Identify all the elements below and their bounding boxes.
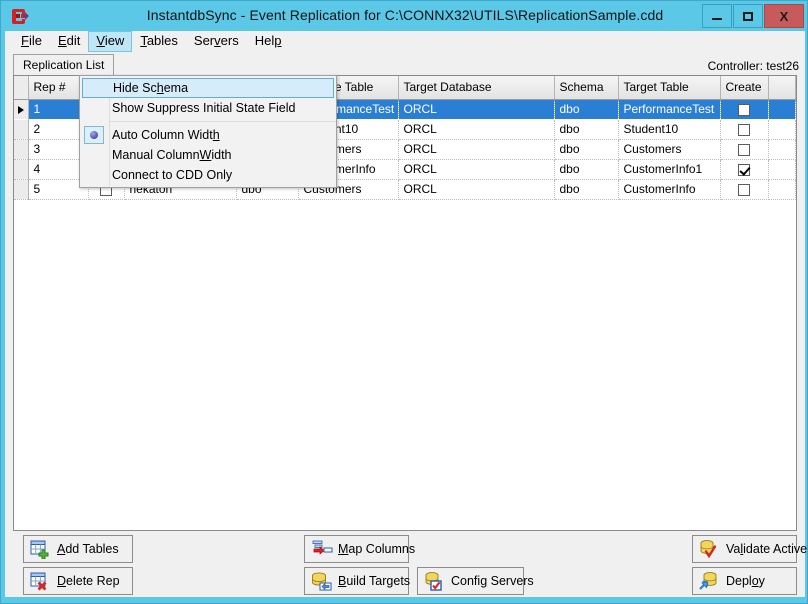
column-header-target-schema[interactable]: Schema <box>554 76 618 100</box>
add-tables-button[interactable]: Add Tables <box>23 535 133 563</box>
row-selector[interactable] <box>14 160 28 180</box>
menu-edit[interactable]: Edit <box>50 31 88 52</box>
menu-separator <box>110 121 336 122</box>
close-button[interactable]: X <box>764 4 804 28</box>
cell-filler <box>768 140 796 160</box>
cell-filler <box>768 100 796 120</box>
column-header-target-database[interactable]: Target Database <box>398 76 554 100</box>
column-header-target-table[interactable]: Target Table <box>618 76 720 100</box>
cell-filler <box>768 180 796 200</box>
cell-target-database: ORCL <box>398 120 554 140</box>
menu-servers[interactable]: Servers <box>186 31 247 52</box>
deploy-button[interactable]: Deploy <box>692 567 797 595</box>
row-selector[interactable] <box>14 180 28 200</box>
validate-active-label: Validate Active <box>726 542 807 556</box>
cell-target-schema: dbo <box>554 140 618 160</box>
cell-create[interactable] <box>720 160 768 180</box>
cell-create[interactable] <box>720 120 768 140</box>
tab-strip: Replication List <box>13 54 797 76</box>
tab-replication-list[interactable]: Replication List <box>13 54 114 76</box>
minimize-icon <box>712 18 722 20</box>
menu-view[interactable]: View <box>88 31 132 52</box>
map-columns-icon <box>311 539 333 559</box>
menu-item-manual-column-width[interactable]: Manual Column Width <box>80 145 336 165</box>
menu-item-connect-to-cdd-only[interactable]: Connect to CDD Only <box>80 165 336 185</box>
cell-target-schema: dbo <box>554 120 618 140</box>
create-checkbox[interactable] <box>738 144 750 156</box>
title-bar: InstantdbSync - Event Replication for C:… <box>1 1 808 31</box>
create-checkbox[interactable] <box>738 104 750 116</box>
maximize-button[interactable] <box>733 4 763 28</box>
database-build-icon <box>311 571 333 591</box>
cell-create[interactable] <box>720 180 768 200</box>
delete-rep-label: Delete Rep <box>57 574 120 588</box>
menu-bar: File Edit View Tables Servers Help <box>5 31 805 52</box>
delete-rep-button[interactable]: Delete Rep <box>23 567 133 595</box>
window-title: InstantdbSync - Event Replication for C:… <box>1 7 808 23</box>
column-header-create[interactable]: Create <box>720 76 768 100</box>
create-checkbox[interactable] <box>738 164 750 176</box>
maximize-icon <box>743 12 753 21</box>
database-config-icon <box>424 571 446 591</box>
config-servers-button[interactable]: Config Servers <box>417 567 524 595</box>
cell-filler <box>768 120 796 140</box>
cell-target-database: ORCL <box>398 140 554 160</box>
create-checkbox[interactable] <box>738 184 750 196</box>
cell-target-database: ORCL <box>398 180 554 200</box>
menu-file[interactable]: File <box>13 31 50 52</box>
cell-target-schema: dbo <box>554 180 618 200</box>
cell-target-table: CustomerInfo <box>618 180 720 200</box>
table-delete-icon <box>30 571 52 591</box>
radio-selected-icon <box>84 126 104 144</box>
config-servers-label: Config Servers <box>451 574 534 588</box>
column-header-rep-label: Rep # <box>34 80 66 94</box>
map-columns-button[interactable]: Map Columns <box>304 535 409 563</box>
cell-target-table: Student10 <box>618 120 720 140</box>
client-area: File Edit View Tables Servers Help Repli… <box>5 31 805 597</box>
cell-filler <box>768 160 796 180</box>
table-add-icon <box>30 539 52 559</box>
cell-create[interactable] <box>720 100 768 120</box>
cell-target-table: Customers <box>618 140 720 160</box>
cell-target-schema: dbo <box>554 100 618 120</box>
validate-active-button[interactable]: Validate Active <box>692 535 797 563</box>
current-row-marker-icon <box>18 106 24 114</box>
deploy-label: Deploy <box>726 574 765 588</box>
cell-target-database: ORCL <box>398 160 554 180</box>
menu-item-show-suppress-initial-state-field[interactable]: Show Suppress Initial State Field <box>80 98 336 118</box>
column-header-filler <box>768 76 796 100</box>
action-button-panel: Add Tables Delete Rep <box>13 535 797 589</box>
build-targets-button[interactable]: Build Targets <box>304 567 409 595</box>
create-checkbox[interactable] <box>738 124 750 136</box>
application-window: InstantdbSync - Event Replication for C:… <box>0 0 808 604</box>
menu-item-auto-column-width[interactable]: Auto Column Width <box>80 125 336 145</box>
minimize-button[interactable] <box>702 4 732 28</box>
cell-target-schema: dbo <box>554 160 618 180</box>
map-columns-label: Map Columns <box>338 542 415 556</box>
window-controls: X <box>701 4 804 28</box>
menu-item-hide-schema[interactable]: Hide Schema <box>82 78 334 98</box>
build-targets-label: Build Targets <box>338 574 410 588</box>
cell-target-table: CustomerInfo1 <box>618 160 720 180</box>
controller-status: Controller: test26 <box>708 59 799 73</box>
row-selector[interactable] <box>14 100 28 120</box>
row-header-corner <box>14 76 28 100</box>
row-selector[interactable] <box>14 140 28 160</box>
view-dropdown-menu[interactable]: Hide Schema Show Suppress Initial State … <box>79 75 337 188</box>
database-check-icon <box>699 539 721 559</box>
cell-create[interactable] <box>720 140 768 160</box>
cell-target-database: ORCL <box>398 100 554 120</box>
menu-help[interactable]: Help <box>247 31 290 52</box>
cell-target-table: PerformanceTest <box>618 100 720 120</box>
menu-tables[interactable]: Tables <box>132 31 186 52</box>
row-selector[interactable] <box>14 120 28 140</box>
add-tables-label: Add Tables <box>57 542 119 556</box>
database-deploy-icon <box>699 571 721 591</box>
